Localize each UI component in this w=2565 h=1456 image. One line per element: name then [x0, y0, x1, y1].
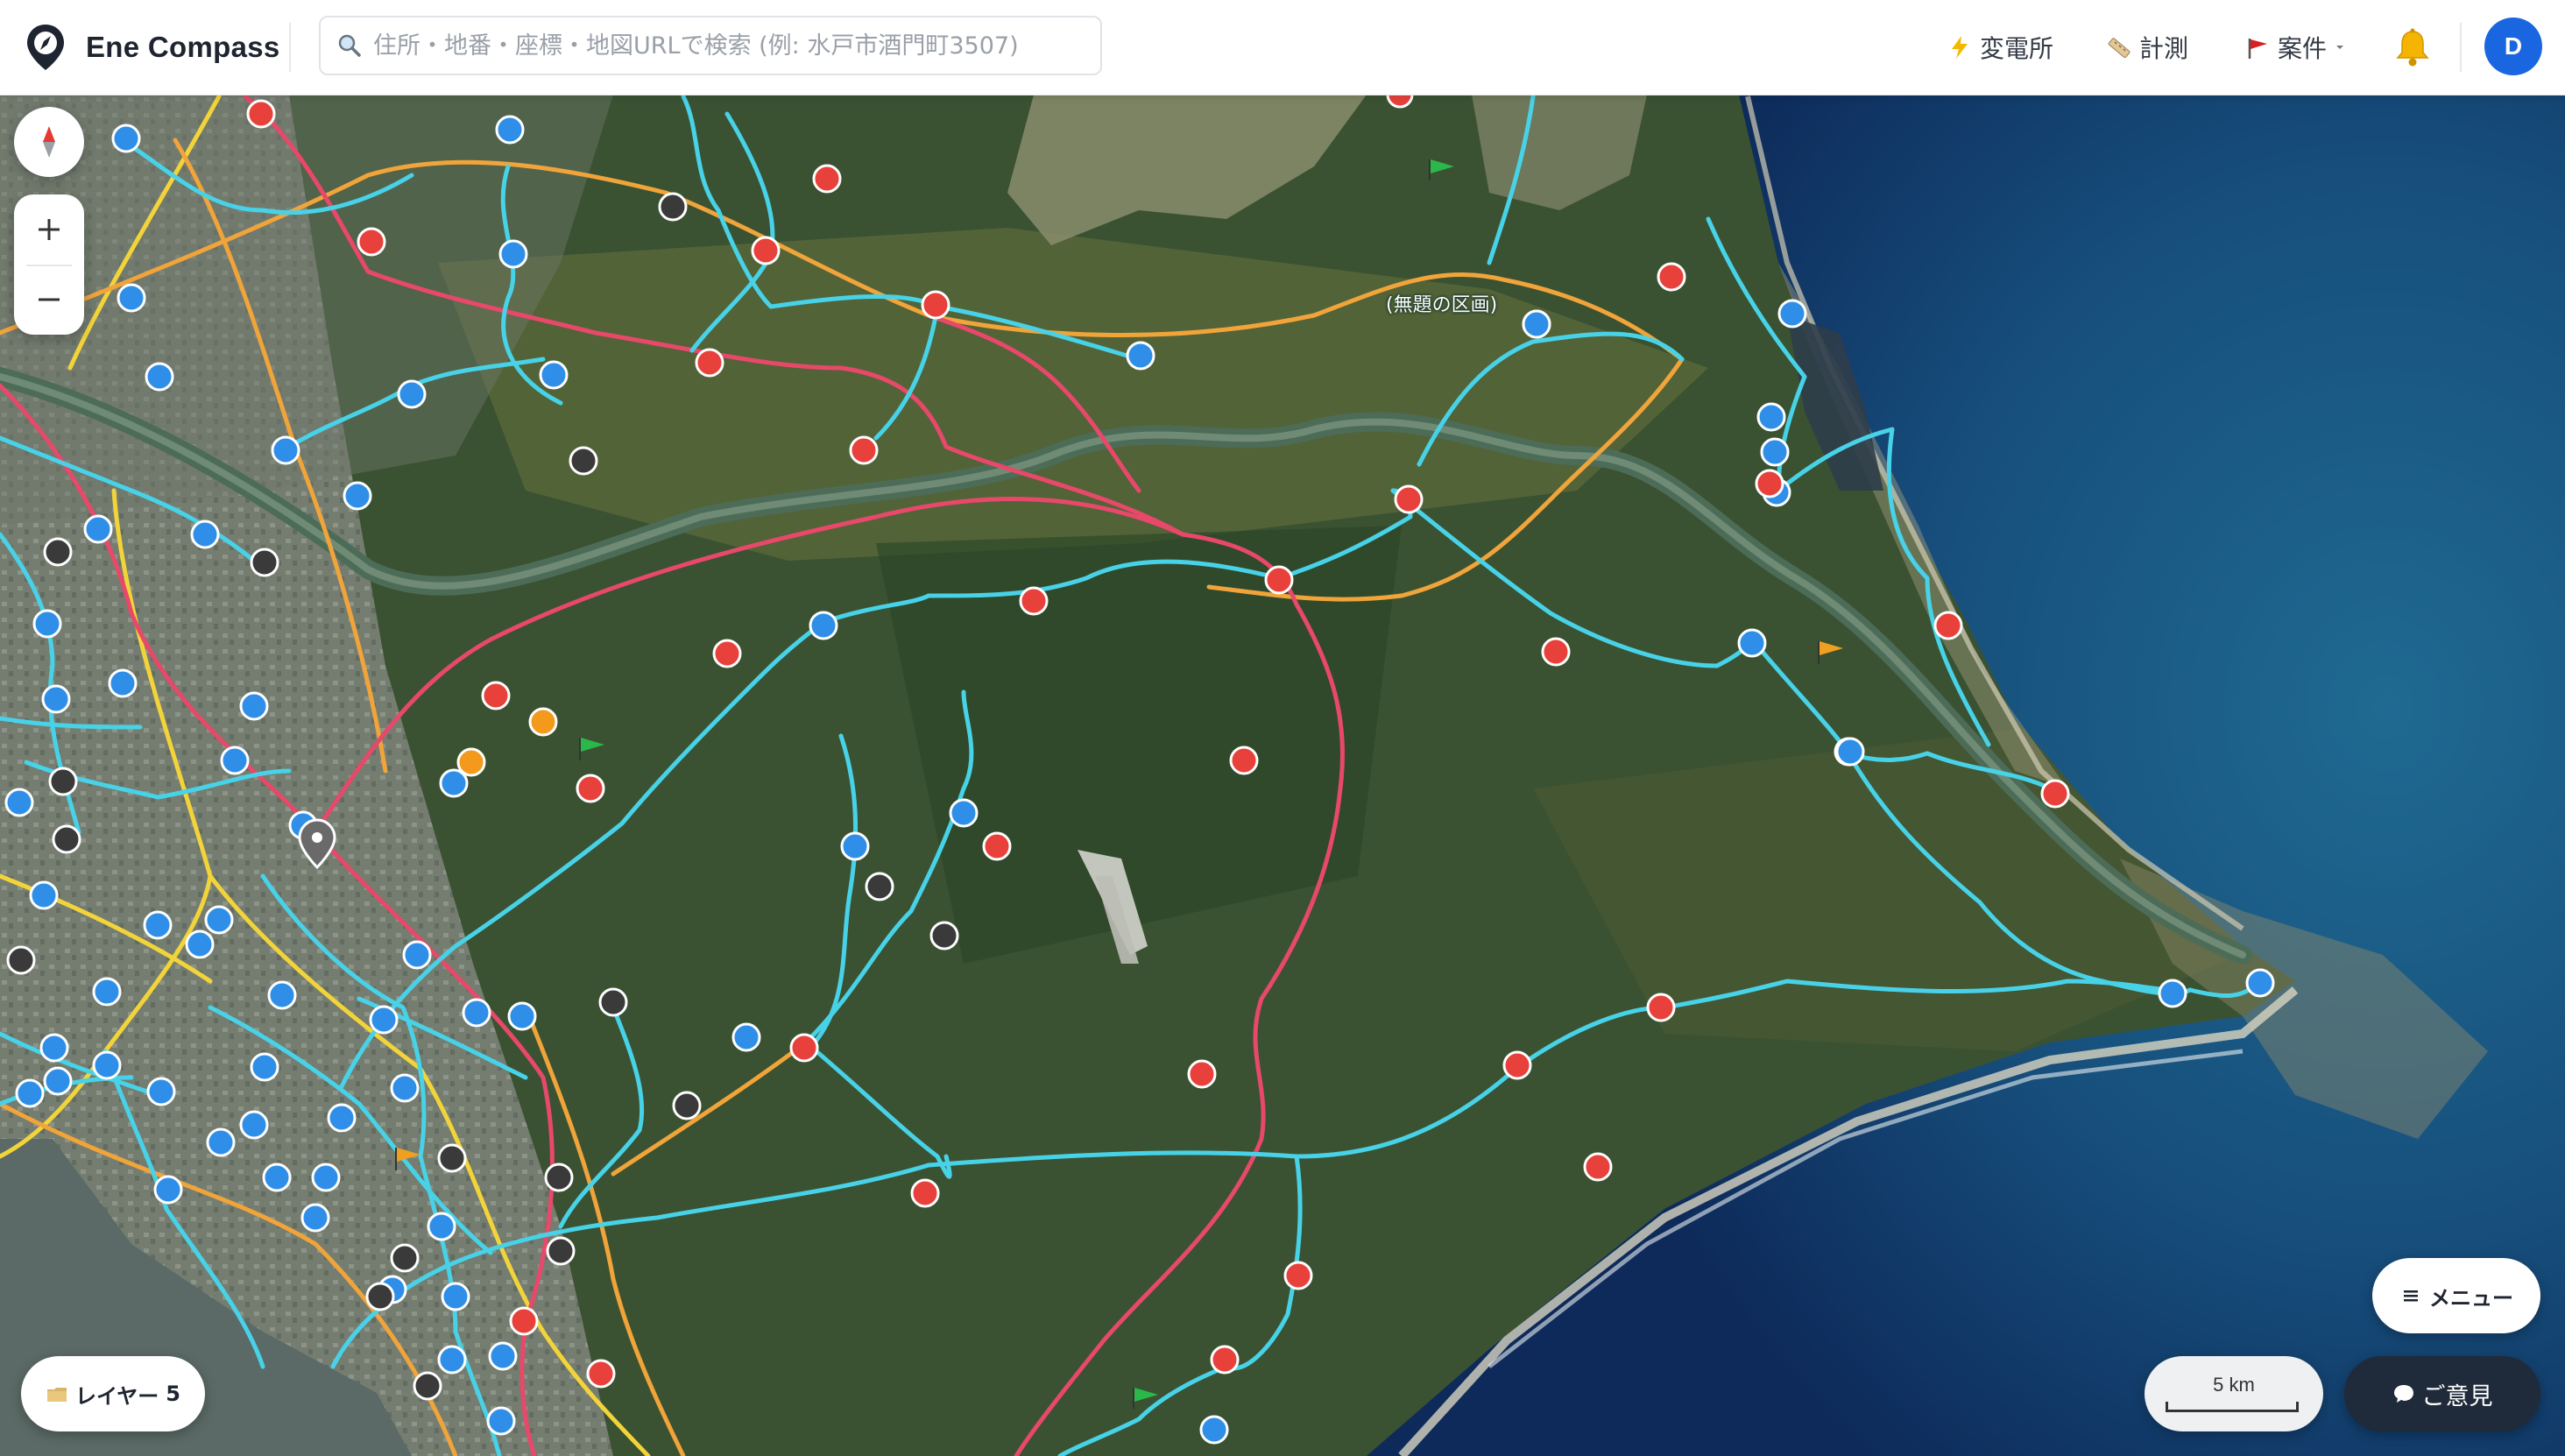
header-divider-right [2460, 23, 2462, 72]
ruler-icon [2108, 38, 2130, 59]
chevron-down-icon [2336, 46, 2344, 49]
zoom-out-icon [39, 298, 60, 301]
top-header: Ene Compass 変電所 計測 案件 [0, 0, 2565, 95]
measure-button[interactable]: 計測 [2106, 23, 2188, 72]
substation-button[interactable]: 変電所 [1947, 23, 2053, 72]
feedback-label: ご意見 [2421, 1382, 2493, 1410]
zoom-in-button[interactable] [14, 194, 84, 265]
layers-count: 5 [166, 1382, 180, 1406]
feedback-button[interactable]: ご意見 [2344, 1356, 2540, 1431]
measure-label: 計測 [2139, 34, 2189, 63]
brand[interactable]: Ene Compass [25, 19, 280, 75]
projects-dropdown[interactable]: 案件 [2244, 23, 2346, 72]
layers-label: レイヤー [75, 1383, 159, 1409]
scale-bar: 5 km [2145, 1356, 2323, 1431]
avatar[interactable]: D [2484, 18, 2542, 75]
zoom-control [14, 194, 84, 335]
search-icon [338, 34, 361, 57]
lightning-icon [1952, 36, 1968, 59]
app-title: Ene Compass [86, 31, 280, 63]
search-input[interactable] [371, 31, 1093, 60]
red-flag-icon [2248, 39, 2267, 59]
menu-button[interactable]: メニュー [2372, 1258, 2540, 1333]
menu-icon [2404, 1290, 2418, 1302]
search-box[interactable] [319, 16, 1102, 75]
menu-label: メニュー [2429, 1285, 2513, 1311]
zoom-out-button[interactable] [14, 265, 84, 335]
compass-button[interactable] [14, 107, 84, 177]
compass-logo-icon [27, 25, 64, 70]
scale-bar-line [2166, 1402, 2299, 1412]
bell-icon[interactable] [2393, 26, 2432, 68]
chat-icon [2393, 1385, 2413, 1403]
north-arrow-icon [43, 126, 55, 158]
layers-button[interactable]: レイヤー 5 [21, 1356, 205, 1431]
plot-annotation-label[interactable]: (無題の区画) [1386, 289, 1497, 317]
satellite-basemap [0, 95, 2565, 1456]
projects-label: 案件 [2278, 34, 2328, 63]
substation-label: 変電所 [1980, 34, 2054, 63]
map-canvas[interactable]: (無題の区画) [0, 95, 2565, 1456]
scale-label: 5 km [2213, 1374, 2255, 1396]
zoom-in-icon [39, 219, 60, 240]
layers-icon [47, 1388, 67, 1402]
header-divider [289, 23, 291, 72]
